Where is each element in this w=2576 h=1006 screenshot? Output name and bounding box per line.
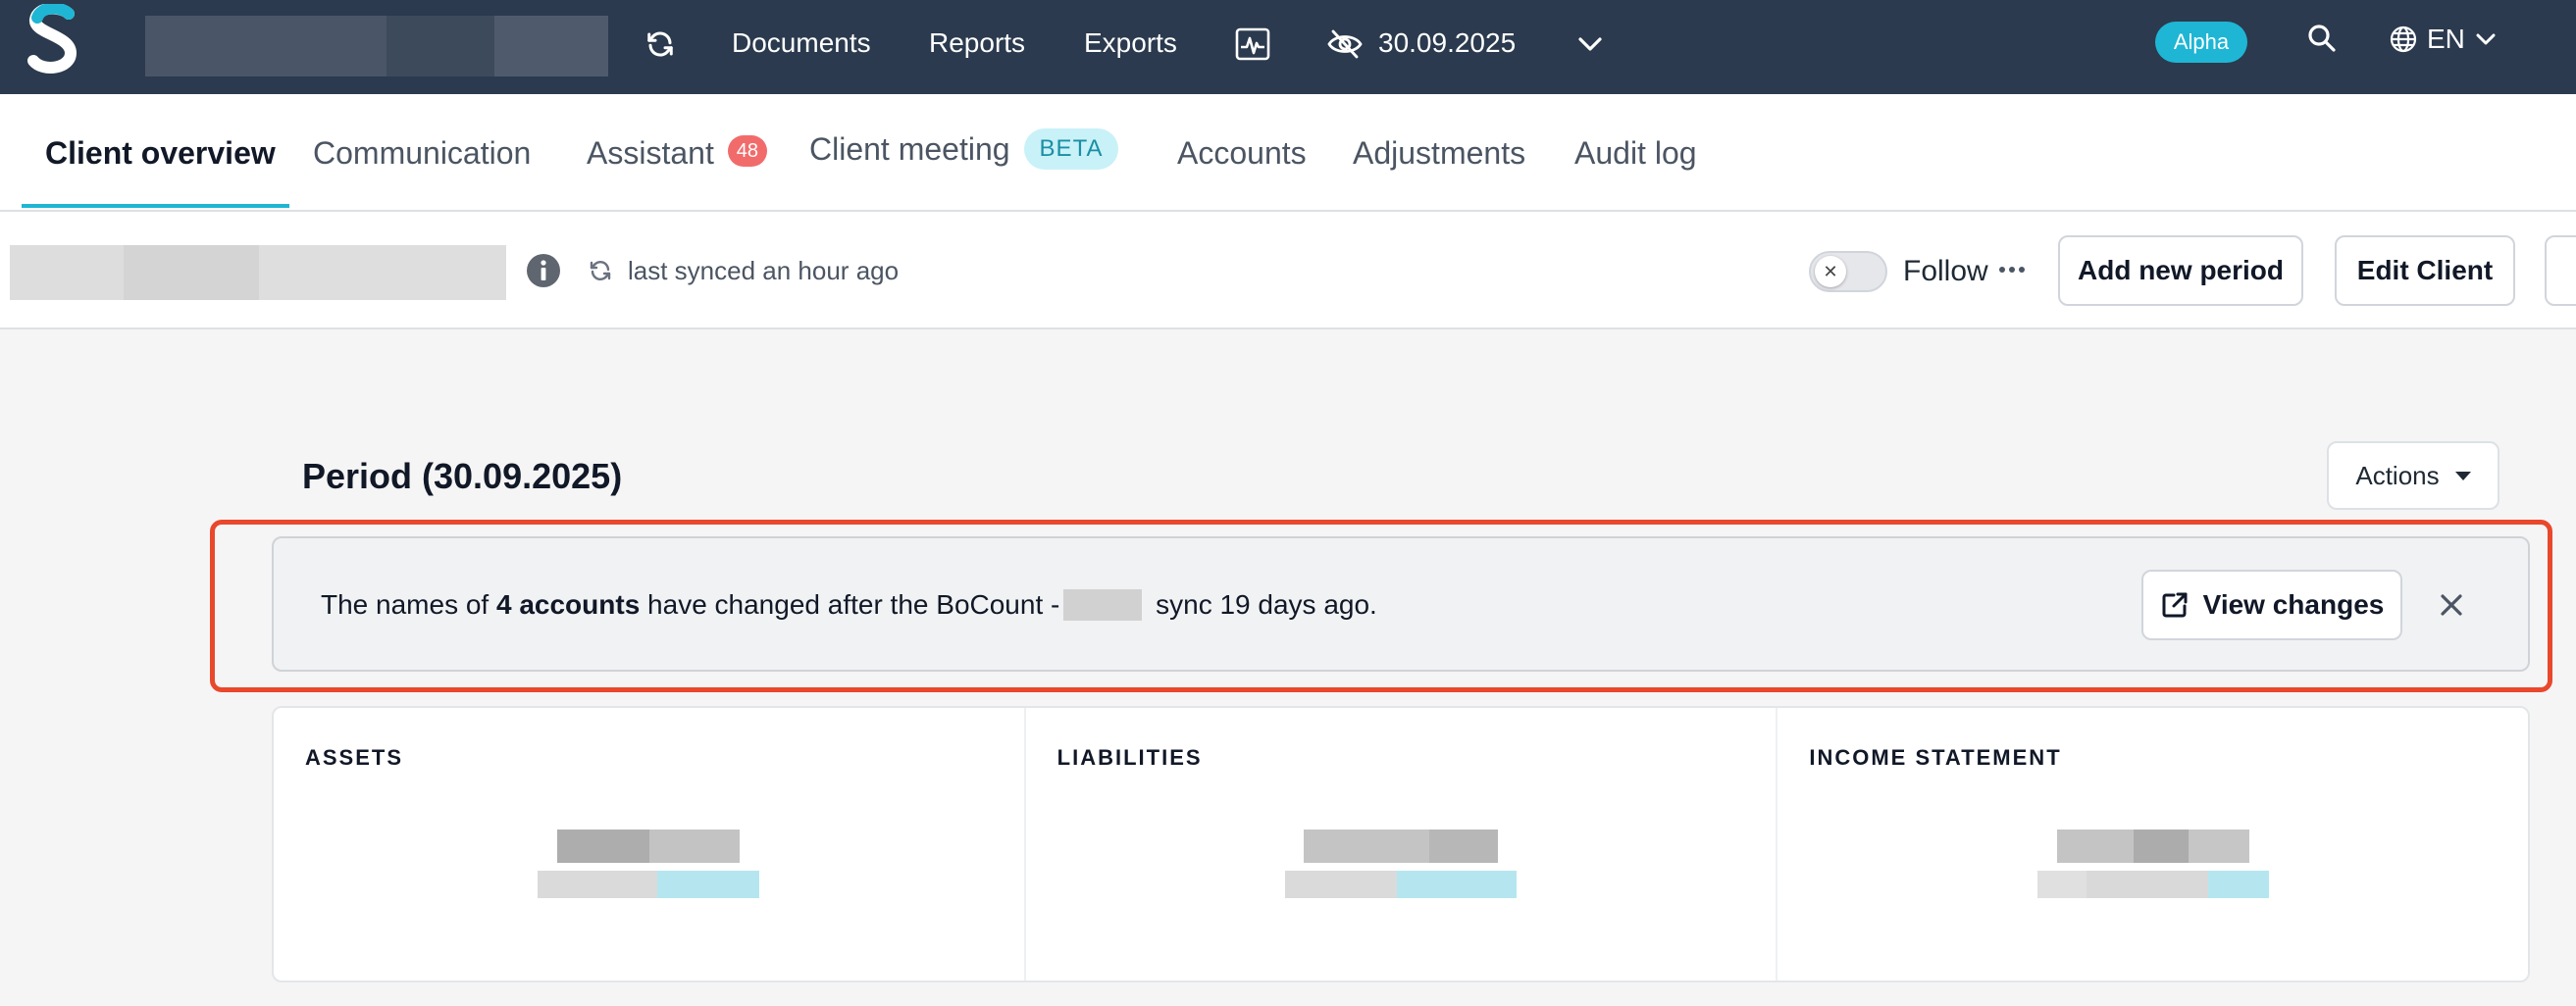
tab-label: Client overview [45, 135, 276, 171]
overflow-button[interactable] [2545, 235, 2576, 306]
summary-cards: ASSETS LIABILITIES INCOME STATEMENT [272, 706, 2530, 982]
tab-label: Communication [313, 135, 532, 171]
alpha-badge: Alpha [2155, 22, 2247, 63]
assistant-count-badge: 48 [727, 135, 767, 167]
sync-status-text: last synced an hour ago [628, 255, 900, 285]
chevron-down-icon [2476, 33, 2496, 45]
add-new-period-button[interactable]: Add new period [2058, 235, 2303, 306]
banner-text-prefix: The names of [321, 589, 496, 620]
tab-label: Audit log [1574, 135, 1697, 171]
assets-card[interactable]: ASSETS [274, 708, 1026, 981]
sync-status: last synced an hour ago [589, 253, 899, 288]
close-icon: ✕ [1815, 256, 1846, 287]
client-selector[interactable] [145, 16, 608, 76]
close-icon[interactable] [2434, 587, 2469, 623]
more-options-icon[interactable] [1997, 255, 2027, 284]
app-logo[interactable] [26, 4, 80, 75]
language-selector[interactable]: EN [2390, 20, 2497, 59]
follow-label: Follow [1903, 255, 1988, 287]
period-date[interactable]: 30.09.2025 [1378, 25, 1516, 61]
assets-value-redacted [274, 830, 1024, 898]
search-icon[interactable] [2299, 16, 2344, 61]
card-title: LIABILITIES [1056, 745, 1203, 770]
monitor-activity-icon[interactable] [1230, 22, 1275, 67]
top-navigation-bar: Documents Reports Exports 30.09.2025 Alp… [0, 0, 2576, 94]
caret-down-icon [2454, 471, 2471, 480]
income-statement-value-redacted [1777, 830, 2528, 898]
tab-label: Client meeting [809, 131, 1010, 167]
liabilities-card[interactable]: LIABILITIES [1026, 708, 1778, 981]
nav-documents[interactable]: Documents [732, 25, 871, 61]
chevron-down-icon[interactable] [1568, 22, 1613, 67]
external-link-icon [2162, 592, 2188, 618]
tab-client-meeting[interactable]: Client meeting BETA [809, 128, 1119, 170]
globe-icon [2390, 25, 2417, 53]
follow-toggle[interactable]: ✕ [1809, 251, 1887, 292]
view-changes-label: View changes [2202, 589, 2385, 620]
edit-client-button[interactable]: Edit Client [2335, 235, 2515, 306]
view-changes-button[interactable]: View changes [2141, 570, 2402, 640]
client-name [10, 245, 506, 300]
beta-badge: BETA [1023, 128, 1119, 170]
liabilities-value-redacted [1026, 830, 1777, 898]
refresh-icon[interactable] [638, 22, 683, 67]
banner-text-suffix: sync 19 days ago. [1148, 589, 1377, 620]
tab-assistant[interactable]: Assistant 48 [587, 133, 767, 173]
card-title: ASSETS [305, 745, 404, 770]
nav-reports[interactable]: Reports [929, 25, 1025, 61]
tab-communication[interactable]: Communication [313, 133, 531, 173]
nav-exports[interactable]: Exports [1084, 25, 1177, 61]
card-title: INCOME STATEMENT [1809, 745, 2062, 770]
active-tab-indicator [22, 204, 289, 208]
tab-bar: Client overview Communication Assistant … [0, 94, 2576, 212]
actions-label: Actions [2355, 460, 2440, 490]
tab-adjustments[interactable]: Adjustments [1353, 133, 1525, 173]
period-title: Period (30.09.2025) [302, 456, 623, 496]
system-name-redacted [1063, 589, 1143, 621]
actions-dropdown-button[interactable]: Actions [2327, 441, 2499, 510]
info-icon[interactable] [526, 253, 561, 288]
tab-label: Assistant [587, 135, 714, 171]
account-changes-banner: The names of 4 accounts have changed aft… [272, 536, 2530, 672]
banner-text-bold: 4 accounts [495, 589, 641, 620]
tab-audit-log[interactable]: Audit log [1574, 133, 1697, 173]
banner-message: The names of 4 accounts have changed aft… [321, 587, 1377, 623]
tab-label: Accounts [1177, 135, 1307, 171]
tab-label: Adjustments [1353, 135, 1526, 171]
client-subheader: last synced an hour ago ✕ Follow Add new… [0, 212, 2576, 329]
language-label: EN [2427, 24, 2465, 54]
eye-off-icon[interactable] [1322, 22, 1367, 67]
income-statement-card[interactable]: INCOME STATEMENT [1777, 708, 2528, 981]
banner-text-middle: have changed after the BoCount - [640, 589, 1060, 620]
sync-icon [590, 261, 611, 280]
tab-client-overview[interactable]: Client overview [45, 133, 276, 173]
tab-accounts[interactable]: Accounts [1177, 133, 1307, 173]
